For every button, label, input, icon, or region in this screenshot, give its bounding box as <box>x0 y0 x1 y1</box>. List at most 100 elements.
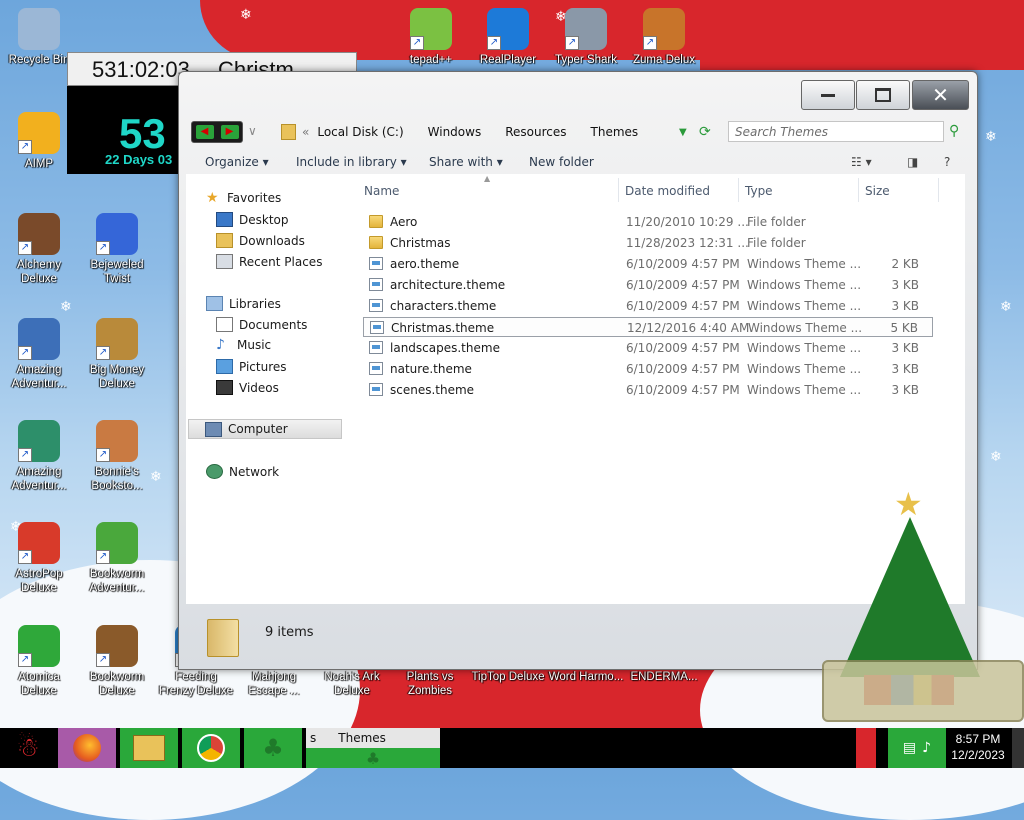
breadcrumb-themes[interactable]: Themes <box>591 125 639 139</box>
taskbar-tree-app[interactable]: ♣ <box>244 728 302 768</box>
nav-network[interactable]: Network <box>206 464 279 479</box>
file-row[interactable]: landscapes.theme 6/10/2009 4:57 PM Windows… <box>363 338 933 358</box>
file-type: Windows Theme ... <box>747 278 862 292</box>
recent-pages-chevron-icon[interactable]: ∨ <box>248 124 257 138</box>
nav-libraries[interactable]: Libraries <box>206 296 281 311</box>
new-folder-button[interactable]: New folder <box>529 155 594 169</box>
nav-music[interactable]: ♪ Music <box>216 338 271 353</box>
address-dropdown-icon[interactable]: ▼ <box>679 127 687 138</box>
file-name: aero.theme <box>390 257 460 271</box>
search-icon[interactable]: ⚲ <box>949 123 959 139</box>
bookworm-adventures-icon: ↗ <box>96 522 138 564</box>
column-divider[interactable] <box>738 178 739 202</box>
desktop-icon-big-money[interactable]: ↗ Big Money Deluxe <box>78 318 156 391</box>
file-row[interactable]: nature.theme 6/10/2009 4:57 PM Windows The… <box>363 359 933 379</box>
file-date-modified: 6/10/2009 4:57 PM <box>626 383 740 397</box>
breadcrumb-local-disk[interactable]: Local Disk (C:) <box>317 125 403 139</box>
countdown-gadget[interactable]: 531:02:03 Christm 53 22 Days 03 <box>67 52 357 174</box>
column-divider[interactable] <box>858 178 859 202</box>
breadcrumb-overflow-icon[interactable]: « <box>302 125 309 139</box>
file-explorer-icon <box>133 735 165 761</box>
nav-favorites[interactable]: ★ Favorites <box>206 191 281 206</box>
desktop-icon-label: Bonnie's Booksto... <box>91 466 143 492</box>
maximize-button[interactable] <box>856 80 910 110</box>
countdown-value: 531:02:03 <box>92 57 190 82</box>
network-tray-icon[interactable]: ▤ <box>903 740 916 756</box>
desktop-icon-bonnies-bookstore[interactable]: ↗ Bonnie's Booksto... <box>78 420 156 493</box>
help-icon[interactable]: ? <box>944 155 950 169</box>
countdown-days: 22 Days 03 <box>105 152 173 167</box>
file-row[interactable]: Christmas.theme 12/12/2016 4:40 AM Windows… <box>363 317 933 337</box>
share-with-button[interactable]: Share with ▾ <box>429 155 503 169</box>
file-row[interactable]: Aero 11/20/2010 10:29 ... File folder <box>363 212 933 232</box>
forward-icon[interactable]: ▶ <box>220 125 239 139</box>
include-in-library-button[interactable]: Include in library ▾ <box>296 155 407 169</box>
desktop-icon-bookworm-adventures[interactable]: ↗ Bookworm Adventur... <box>78 522 156 595</box>
address-bar[interactable]: « Local Disk (C:) Windows Resources Them… <box>281 121 719 143</box>
column-type[interactable]: Type <box>745 184 773 198</box>
refresh-icon[interactable]: ⟳ <box>699 124 711 140</box>
nav-desktop[interactable]: Desktop <box>216 212 289 227</box>
desktop-icon-astropop[interactable]: ↗ AstroPop Deluxe <box>0 522 78 595</box>
desktop-icon-bejeweled[interactable]: ↗ Bejeweled Twist <box>78 213 156 286</box>
taskbar-themes-window[interactable]: s Themes <box>306 728 440 748</box>
desktop-icon-realplayer[interactable]: ↗ RealPlayer <box>469 8 547 67</box>
volume-icon[interactable]: ♪ <box>922 740 931 756</box>
tray-flag-icon[interactable] <box>856 728 876 768</box>
start-button[interactable]: ☃ <box>0 728 56 768</box>
organize-button[interactable]: Organize ▾ <box>205 155 269 169</box>
desktop-icon-bookworm-deluxe[interactable]: ↗ Bookworm Deluxe <box>78 625 156 698</box>
column-name[interactable]: Name <box>364 184 399 198</box>
breadcrumb-resources[interactable]: Resources <box>505 125 566 139</box>
column-divider[interactable] <box>618 178 619 202</box>
file-name: Christmas.theme <box>391 321 495 335</box>
desktop-icon-alchemy[interactable]: ↗ Alchemy Deluxe <box>0 213 78 286</box>
desktop-icon-label: Amazing Adventur... <box>11 466 67 492</box>
nav-downloads[interactable]: Downloads <box>216 233 305 248</box>
back-icon[interactable]: ◀ <box>195 125 214 139</box>
nav-pictures[interactable]: Pictures <box>216 359 287 374</box>
shortcut-arrow-icon: ↗ <box>643 36 657 50</box>
desktop-icon-amazing-adventures[interactable]: ↗ Amazing Adventur... <box>0 318 78 391</box>
show-desktop-button[interactable] <box>1012 728 1024 768</box>
preview-pane-icon[interactable]: ◨ <box>907 155 918 169</box>
minimize-button[interactable] <box>801 80 855 110</box>
file-size: 5 KB <box>890 321 918 335</box>
nav-computer[interactable]: Computer <box>188 419 342 439</box>
file-row[interactable]: aero.theme 6/10/2009 4:57 PM Windows Theme… <box>363 254 933 274</box>
nav-documents[interactable]: Documents <box>216 317 307 332</box>
desktop-icon-amazing-adventures-2[interactable]: ↗ Amazing Adventur... <box>0 420 78 493</box>
taskbar-tree-window[interactable]: ♣ <box>306 748 440 768</box>
desktop-icon-atomica[interactable]: ↗ Atomica Deluxe <box>0 625 78 698</box>
file-row[interactable]: scenes.theme 6/10/2009 4:57 PM Windows The… <box>363 380 933 400</box>
file-size: 3 KB <box>891 278 919 292</box>
folder-icon <box>369 215 383 228</box>
pictures-icon <box>216 359 233 374</box>
file-name: architecture.theme <box>390 278 506 292</box>
tree-app-icon: ♣ <box>262 734 284 762</box>
file-row[interactable]: characters.theme 6/10/2009 4:57 PM Windows… <box>363 296 933 316</box>
desktop-icon-notepad-plus-plus[interactable]: ↗ tepad++ <box>392 8 470 67</box>
taskbar-explorer[interactable] <box>120 728 178 768</box>
file-row[interactable]: Christmas 11/28/2023 12:31 ... File folder <box>363 233 933 253</box>
shortcut-arrow-icon: ↗ <box>487 36 501 50</box>
column-divider[interactable] <box>938 178 939 202</box>
desktop-icon-zuma[interactable]: ↗ Zuma Delux <box>625 8 703 67</box>
column-size[interactable]: Size <box>865 184 890 198</box>
atomica-icon: ↗ <box>18 625 60 667</box>
nav-recent-places[interactable]: Recent Places <box>216 254 322 269</box>
view-options-icon[interactable]: ☷ ▾ <box>851 155 872 169</box>
column-date-modified[interactable]: Date modified <box>625 184 710 198</box>
file-type: File folder <box>747 236 806 250</box>
search-input[interactable]: Search Themes <box>728 121 944 142</box>
desktop-icon-typer-shark[interactable]: ↗ Typer Shark <box>547 8 625 67</box>
nav-videos[interactable]: Videos <box>216 380 279 395</box>
tray-clock[interactable]: 8:57 PM 12/2/2023 <box>950 731 1006 763</box>
taskbar-chrome[interactable] <box>182 728 240 768</box>
file-row[interactable]: architecture.theme 6/10/2009 4:57 PM Windo… <box>363 275 933 295</box>
close-button[interactable]: ✕ <box>912 80 969 110</box>
flip-clock-gadget <box>822 660 1024 722</box>
breadcrumb-windows[interactable]: Windows <box>428 125 482 139</box>
shortcut-arrow-icon: ↗ <box>18 140 32 154</box>
taskbar-firefox[interactable] <box>58 728 116 768</box>
